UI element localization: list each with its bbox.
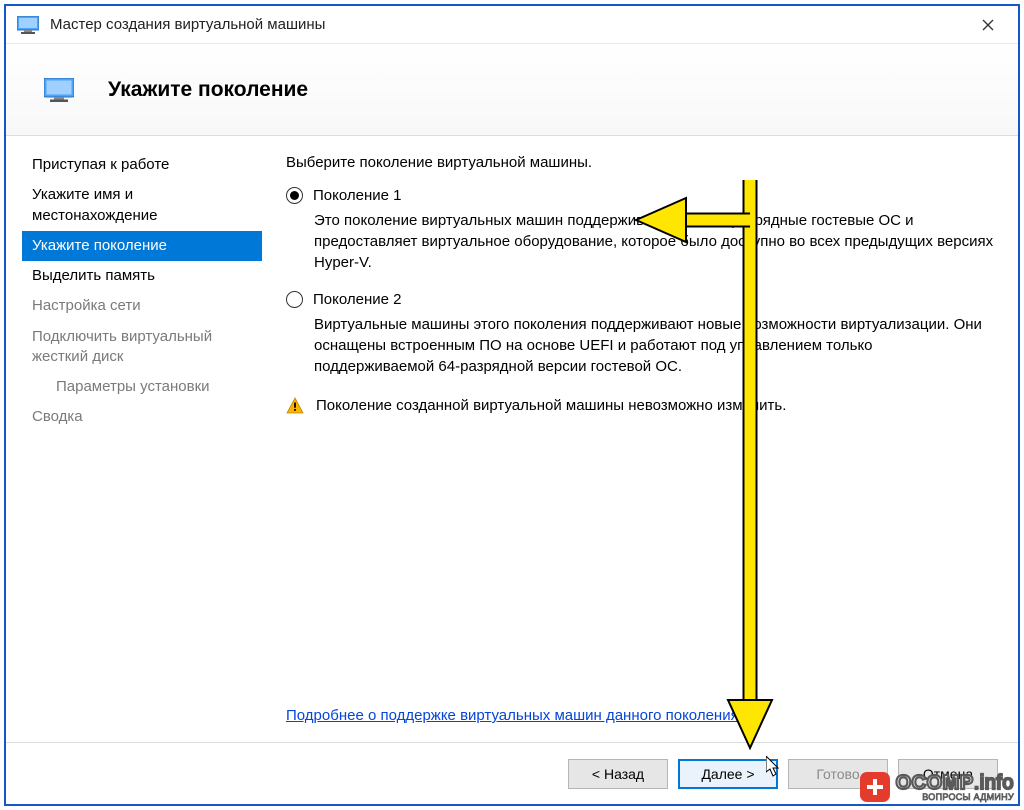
wizard-body: Приступая к работе Укажите имя и местона… (6, 136, 1018, 742)
step-label: Приступая к работе (32, 156, 169, 173)
generation-1-description: Это поколение виртуальных машин поддержи… (314, 210, 994, 273)
radio-label: Поколение 2 (313, 291, 401, 308)
warning-row: Поколение созданной виртуальной машины н… (286, 397, 994, 415)
step-install-options: Параметры установки (22, 372, 262, 402)
instruction-text: Выберите поколение виртуальной машины. (286, 154, 994, 171)
radio-icon (286, 291, 303, 308)
button-label: < Назад (592, 766, 644, 782)
radio-icon (286, 187, 303, 204)
step-label: Выделить память (32, 267, 155, 284)
step-label: Подключить виртуальный жесткий диск (32, 328, 212, 365)
warning-icon (286, 397, 304, 415)
warning-text: Поколение созданной виртуальной машины н… (316, 397, 786, 414)
sidebar-steps: Приступая к работе Укажите имя и местона… (22, 150, 262, 730)
step-summary: Сводка (22, 402, 262, 432)
step-label: Параметры установки (56, 378, 210, 395)
step-label: Укажите имя и местонахождение (32, 186, 157, 223)
page-title: Укажите поколение (108, 78, 308, 102)
button-label: Далее > (701, 766, 754, 782)
generation-2-description: Виртуальные машины этого поколения подде… (314, 314, 994, 377)
finish-button: Готово (788, 759, 888, 789)
titlebar: Мастер создания виртуальной машины (6, 6, 1018, 44)
wizard-window: Мастер создания виртуальной машины Укажи… (4, 4, 1020, 806)
step-network: Настройка сети (22, 291, 262, 321)
step-name-location[interactable]: Укажите имя и местонахождение (22, 180, 262, 231)
button-label: Готово (816, 766, 859, 782)
step-generation[interactable]: Укажите поколение (22, 231, 262, 261)
close-button[interactable] (966, 10, 1010, 40)
button-label: Отмена (923, 766, 973, 782)
back-button[interactable]: < Назад (568, 759, 668, 789)
step-disk: Подключить виртуальный жесткий диск (22, 322, 262, 373)
radio-label: Поколение 1 (313, 187, 401, 204)
step-label: Сводка (32, 408, 83, 425)
next-button[interactable]: Далее > (678, 759, 778, 789)
close-icon (982, 19, 994, 31)
main-content: Выберите поколение виртуальной машины. П… (262, 150, 1002, 730)
radio-generation-1[interactable]: Поколение 1 (286, 187, 994, 204)
app-icon (16, 15, 40, 35)
cancel-button[interactable]: Отмена (898, 759, 998, 789)
header-icon (42, 76, 76, 104)
step-label: Укажите поколение (32, 237, 167, 254)
step-getting-started[interactable]: Приступая к работе (22, 150, 262, 180)
step-memory[interactable]: Выделить память (22, 261, 262, 291)
step-label: Настройка сети (32, 297, 141, 314)
wizard-header: Укажите поколение (6, 44, 1018, 136)
more-info-link[interactable]: Подробнее о поддержке виртуальных машин … (286, 707, 739, 724)
window-title: Мастер создания виртуальной машины (50, 16, 325, 33)
wizard-footer: < Назад Далее > Готово Отмена (6, 742, 1018, 804)
radio-generation-2[interactable]: Поколение 2 (286, 291, 994, 308)
